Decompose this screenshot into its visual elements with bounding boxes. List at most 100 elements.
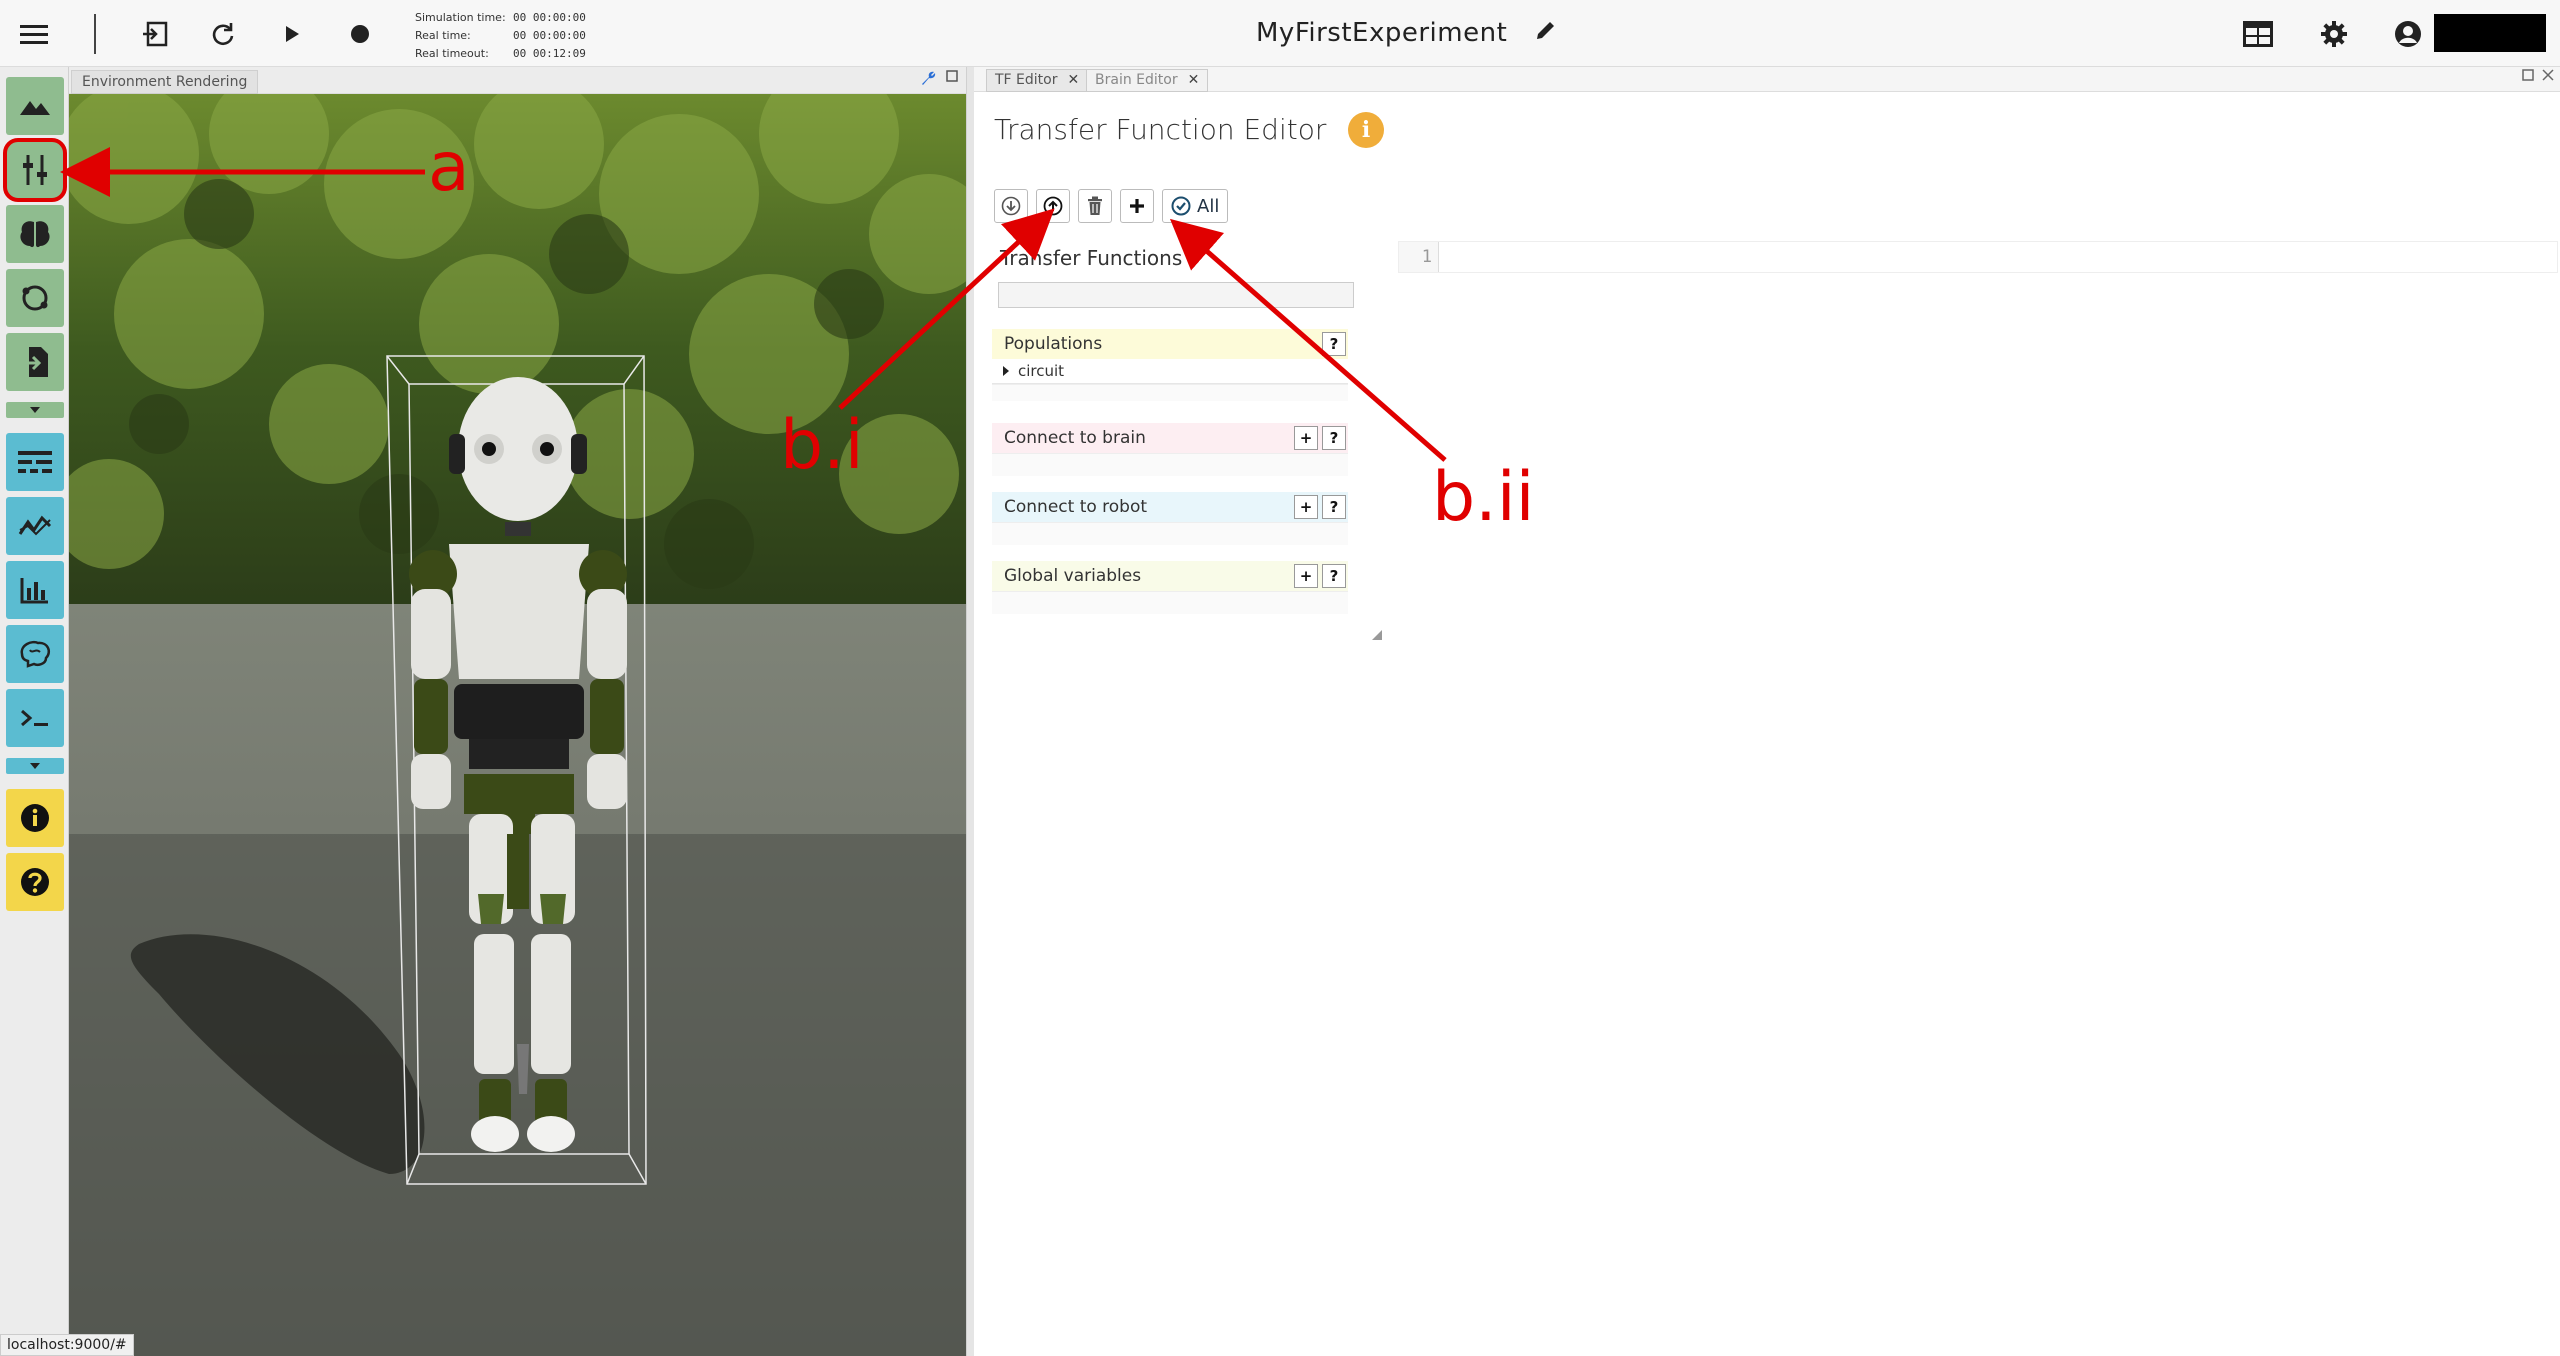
help-icon[interactable] (6, 853, 64, 911)
record-icon[interactable] (340, 14, 380, 54)
connect-to-brain-section: Connect to brain + ? (992, 423, 1348, 476)
info-icon[interactable]: i (1348, 112, 1384, 148)
connect-to-robot-section: Connect to robot + ? (992, 492, 1348, 545)
resize-handle-icon[interactable] (1372, 630, 1382, 640)
close-tab-icon[interactable]: ✕ (1068, 70, 1080, 91)
sim-time-label: Simulation time: (415, 11, 506, 24)
help-button[interactable]: ? (1322, 332, 1346, 356)
help-button[interactable]: ? (1322, 426, 1346, 450)
top-toolbar: Simulation time: 00 00:00:00 Real time: 00… (0, 0, 2560, 67)
layout-grid-icon[interactable] (2238, 14, 2278, 54)
caret-right-icon (1003, 366, 1009, 376)
settings-gear-icon[interactable] (2314, 14, 2354, 54)
tf-editor-title: Transfer Function Editor (994, 113, 1327, 146)
connect-to-robot-title: Connect to robot (1004, 497, 1148, 517)
sim-time-value: 00 00:00:00 (513, 11, 586, 24)
tab-tf-editor[interactable]: TF Editor ✕ (986, 69, 1089, 92)
close-pane-icon[interactable] (2542, 69, 2554, 85)
collapse-section-toggle-2[interactable] (6, 758, 64, 774)
brain-visualizer-icon[interactable] (6, 625, 64, 683)
close-tab-icon[interactable]: ✕ (1188, 70, 1200, 91)
annotation-label-b-i: b.i (780, 406, 864, 485)
check-circle-icon (1171, 196, 1191, 216)
exit-icon[interactable] (135, 14, 175, 54)
user-account-icon[interactable] (2388, 14, 2428, 54)
real-timeout-value: 00 00:12:09 (513, 47, 586, 60)
wrench-icon[interactable] (920, 70, 936, 90)
add-global-variable-button[interactable]: + (1294, 564, 1318, 588)
environment-pane-header: Environment Rendering (69, 67, 966, 94)
download-button[interactable] (994, 189, 1028, 223)
tf-toolbar: All (994, 189, 1229, 223)
collapse-section-toggle[interactable] (6, 402, 64, 418)
code-editor[interactable]: 1 (1398, 241, 2558, 273)
3d-scene-viewport[interactable] (69, 94, 966, 1356)
populations-section: Populations ? circuit (992, 329, 1348, 401)
select-all-label: All (1197, 195, 1220, 217)
maximize-icon[interactable] (2522, 69, 2534, 85)
transfer-function-editor-icon[interactable] (3, 138, 67, 202)
reset-icon[interactable] (203, 14, 243, 54)
delete-button[interactable] (1078, 189, 1112, 223)
environment-pane: Environment Rendering (69, 67, 966, 1356)
populations-header: Populations ? (992, 329, 1348, 359)
tf-editor-pane: TF Editor ✕ Brain Editor ✕ Transfer Func… (974, 67, 2560, 1356)
line-number-gutter: 1 (1399, 242, 1439, 272)
add-robot-connection-button[interactable]: + (1294, 495, 1318, 519)
select-all-button[interactable]: All (1162, 189, 1229, 223)
connect-to-brain-header: Connect to brain + ? (992, 423, 1348, 453)
upload-button[interactable] (1036, 189, 1070, 223)
help-button[interactable]: ? (1322, 495, 1346, 519)
environment-rendering-tab[interactable]: Environment Rendering (71, 70, 259, 94)
menu-icon[interactable] (14, 14, 54, 54)
annotation-label-a: a (428, 128, 470, 207)
global-variables-header: Global variables + ? (992, 561, 1348, 591)
import-file-icon[interactable] (6, 333, 64, 391)
add-brain-connection-button[interactable]: + (1294, 426, 1318, 450)
simulation-times: Simulation time: 00 00:00:00 Real time: 00… (415, 9, 586, 63)
toolbar-separator (94, 14, 96, 54)
connect-to-robot-body (992, 522, 1348, 545)
experiment-title-text: MyFirstExperiment (1256, 18, 1508, 48)
real-time-value: 00 00:00:00 (513, 29, 586, 42)
status-url: localhost:9000/# (0, 1334, 134, 1356)
annotation-label-b-ii: b.ii (1432, 458, 1535, 537)
tab-brain-editor-label: Brain Editor (1095, 72, 1178, 88)
experiment-title: MyFirstExperiment (1256, 18, 1558, 49)
environment-pane-tools (920, 70, 958, 90)
tab-brain-editor[interactable]: Brain Editor ✕ (1086, 69, 1209, 92)
population-item-label: circuit (1018, 362, 1065, 380)
connect-to-robot-header: Connect to robot + ? (992, 492, 1348, 522)
tab-tf-editor-label: TF Editor (995, 72, 1058, 88)
populations-title: Populations (1004, 334, 1103, 354)
global-variables-title: Global variables (1004, 566, 1142, 586)
editor-tabs: TF Editor ✕ Brain Editor ✕ (974, 67, 2560, 92)
spike-train-icon[interactable] (6, 497, 64, 555)
environment-mountain-icon[interactable] (6, 77, 64, 135)
robot-scene-image (69, 94, 966, 1356)
user-name-box[interactable] (2434, 14, 2546, 52)
transfer-functions-list[interactable] (998, 282, 1354, 308)
populations-body (992, 384, 1348, 401)
global-variables-section: Global variables + ? (992, 561, 1348, 614)
edit-pencil-icon[interactable] (1534, 18, 1558, 49)
log-console-icon[interactable] (6, 433, 64, 491)
real-time-label: Real time: (415, 29, 471, 42)
help-button[interactable]: ? (1322, 564, 1346, 588)
object-inspector-icon[interactable] (6, 269, 64, 327)
maximize-icon[interactable] (946, 70, 958, 90)
connect-to-brain-body (992, 453, 1348, 476)
global-variables-body (992, 591, 1348, 614)
info-icon[interactable] (6, 789, 64, 847)
real-timeout-label: Real timeout: (415, 47, 489, 60)
terminal-icon[interactable] (6, 689, 64, 747)
transfer-functions-heading: Transfer Functions (1000, 246, 1183, 270)
brain-editor-icon[interactable] (6, 205, 64, 263)
add-button[interactable] (1120, 189, 1154, 223)
pane-window-tools (2522, 69, 2554, 85)
joint-plot-icon[interactable] (6, 561, 64, 619)
play-icon[interactable] (272, 14, 312, 54)
connect-to-brain-title: Connect to brain (1004, 428, 1146, 448)
left-sidebar (0, 67, 69, 1356)
population-item-circuit[interactable]: circuit (992, 359, 1348, 384)
